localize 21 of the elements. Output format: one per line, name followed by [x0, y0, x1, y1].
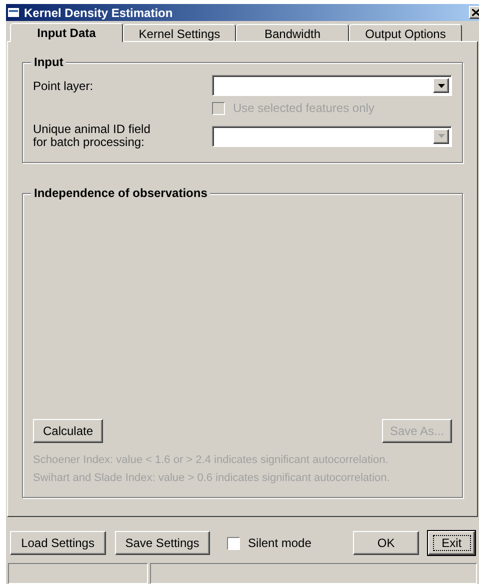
- exit-button[interactable]: Exit: [428, 531, 476, 555]
- tab[interactable]: Bandwidth: [236, 24, 349, 41]
- window-title: Kernel Density Estimation: [24, 4, 174, 22]
- tab[interactable]: Output Options: [349, 24, 462, 41]
- close-button[interactable]: [469, 6, 479, 19]
- load-settings-button[interactable]: Load Settings: [10, 531, 106, 555]
- tab[interactable]: Kernel Settings: [123, 24, 236, 41]
- group-title: Independence of observations: [31, 185, 210, 201]
- checkbox[interactable]: [227, 536, 240, 550]
- dropdown-arrow-icon: [438, 84, 444, 88]
- field-label: Unique animal ID field for batch processing:: [33, 123, 152, 149]
- ok-button[interactable]: OK: [352, 531, 420, 555]
- calculate-button[interactable]: Calculate: [33, 419, 103, 443]
- window-icon: [8, 7, 21, 18]
- save-settings-button[interactable]: Save Settings: [114, 531, 210, 555]
- field-label: Point layer:: [33, 78, 94, 94]
- dropdown-arrow-icon: [438, 134, 444, 138]
- tab[interactable]: Input Data: [10, 23, 123, 42]
- dropdown-field[interactable]: [212, 75, 452, 96]
- close-icon: [472, 9, 479, 16]
- checkbox-label: Silent mode: [248, 535, 312, 552]
